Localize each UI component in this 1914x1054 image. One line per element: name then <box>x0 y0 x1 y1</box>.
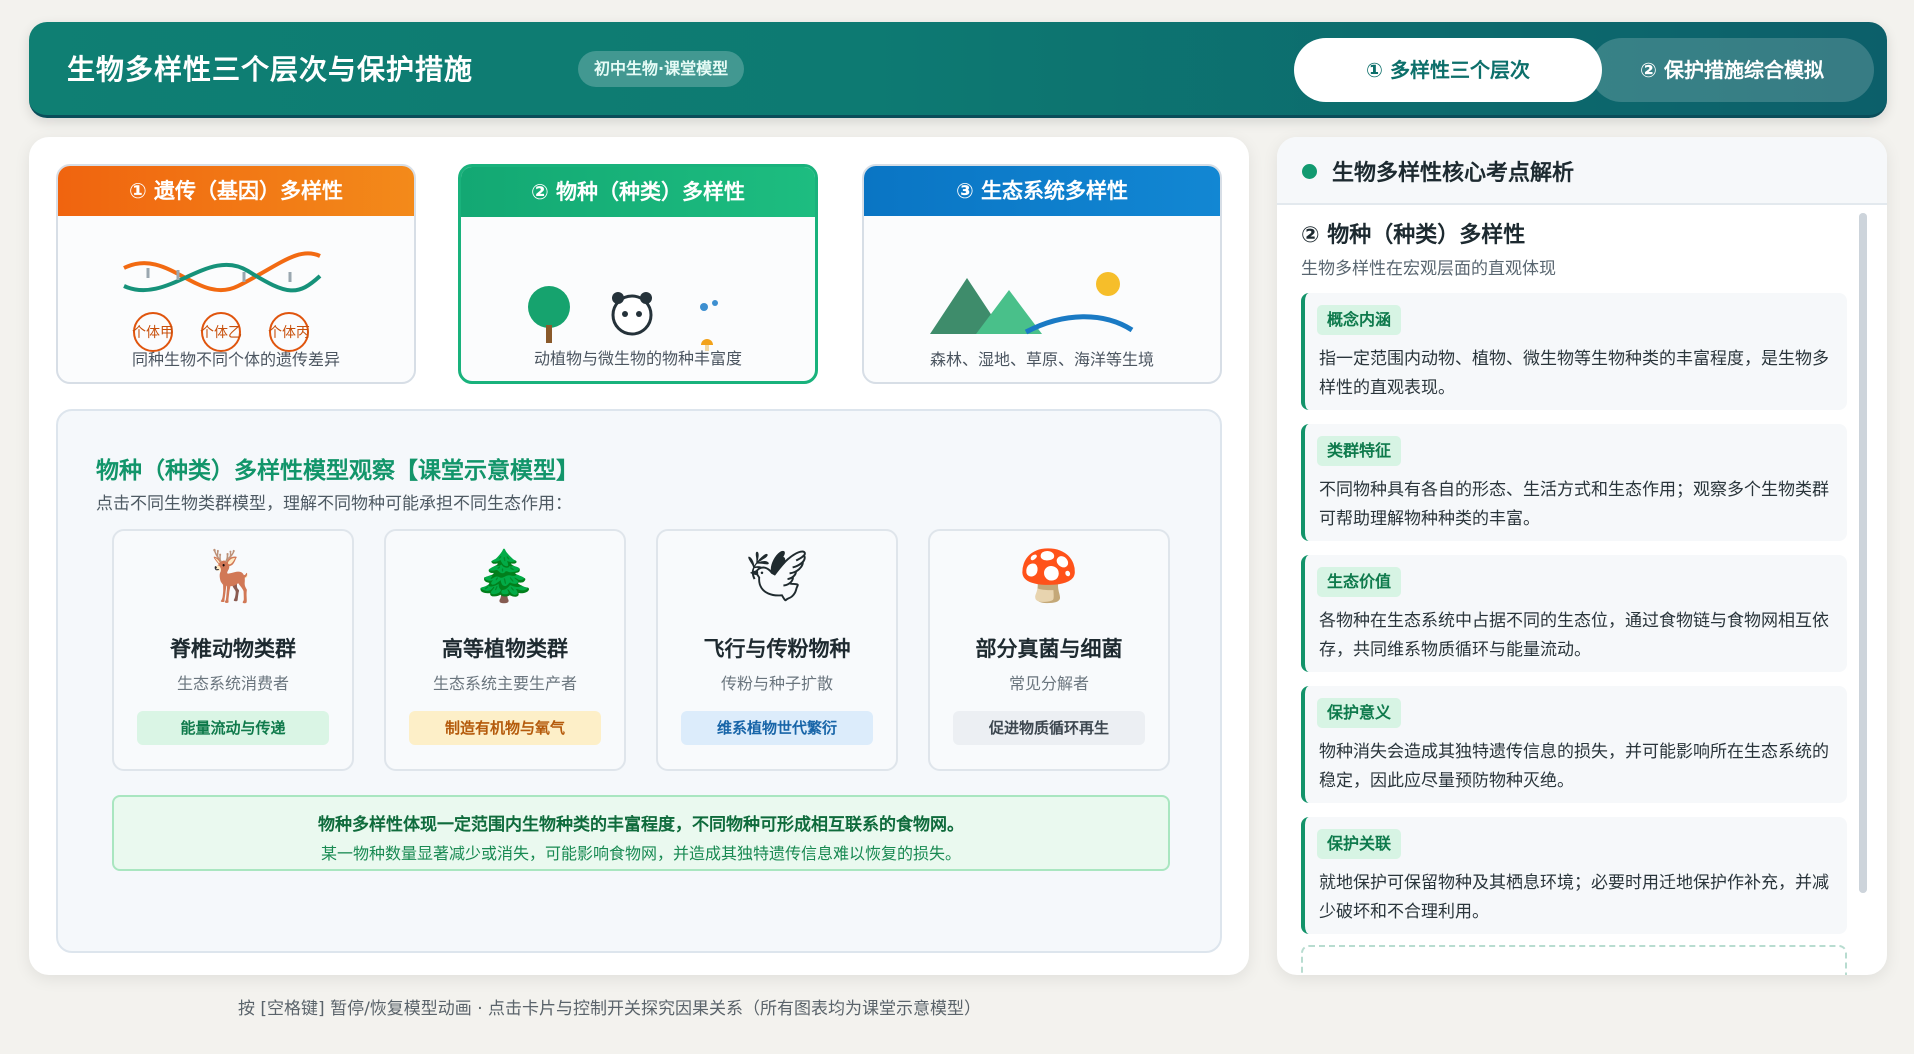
key-point-tag: 保护关联 <box>1317 829 1402 859</box>
deer-icon: 🦌 <box>201 547 265 605</box>
group-name: 飞行与传粉物种 <box>703 637 851 661</box>
group-name: 高等植物类群 <box>442 637 568 661</box>
tab-three-levels[interactable]: ① 多样性三个层次 <box>1294 38 1602 102</box>
group-name: 部分真菌与细菌 <box>975 637 1123 661</box>
sun-icon <box>1096 272 1120 296</box>
key-point-text: 指一定范围内动物、植物、微生物等生物种类的丰富程度，是生物多样性的直观表现。 <box>1319 349 1829 398</box>
summary-line-2: 某一物种数量显著减少或消失，可能影响食物网，并造成其独特遗传信息难以恢复的损失。 <box>320 844 961 863</box>
level-card-ecosystem[interactable]: ③ 生态系统多样性 森林、湿地、草原、海洋等生境 <box>862 164 1222 384</box>
key-point-card: 生态价值 各物种在生态系统中占据不同的生态位，通过食物链与食物网相互依存，共同维… <box>1301 555 1847 672</box>
microbe-icon <box>700 303 708 311</box>
model-subtitle: 点击不同生物类群模型，理解不同物种可能承担不同生态作用： <box>96 494 572 514</box>
status-dot-icon <box>1302 164 1317 179</box>
tree-icon <box>528 286 570 328</box>
level-card-species[interactable]: ② 物种（种类）多样性 动植物与微生物的物种丰富度 <box>458 164 818 384</box>
group-function-badge: 制造有机物与氧气 <box>409 711 601 745</box>
group-card-vertebrates[interactable]: 🦌 脊椎动物类群 生态系统消费者 能量流动与传递 <box>112 529 354 771</box>
key-point-tag: 生态价值 <box>1317 567 1402 597</box>
water-icon <box>1024 314 1134 335</box>
level-card-genetic[interactable]: ① 遗传（基因）多样性 个体甲 个体乙 个体丙 同种生物不同个体的遗传差异 <box>56 164 416 384</box>
main-panel: ① 遗传（基因）多样性 个体甲 个体乙 个体丙 同种生物不同个体的遗传差异 ② … <box>29 137 1249 975</box>
mushroom-icon: 🍄 <box>1017 547 1081 605</box>
analysis-level-title: ② 物种（种类）多样性 <box>1301 223 1526 248</box>
group-card-pollinators[interactable]: 🕊 飞行与传粉物种 传粉与种子扩散 维系植物世代繁衍 <box>656 529 898 771</box>
key-point-card: 保护关联 就地保护可保留物种及其栖息环境；必要时用迁地保护作补充，并减少破坏和不… <box>1301 817 1847 934</box>
key-point-card: 保护意义 物种消失会造成其独特遗传信息的损失，并可能影响所在生态系统的稳定，因此… <box>1301 686 1847 803</box>
level-card-desc: 同种生物不同个体的遗传差异 <box>131 350 340 369</box>
individual-label: 个体乙 <box>200 325 242 341</box>
group-name: 脊椎动物类群 <box>170 637 296 661</box>
more-content-placeholder <box>1301 945 1847 975</box>
group-card-decomposers[interactable]: 🍄 部分真菌与细菌 常见分解者 促进物质循环再生 <box>928 529 1170 771</box>
analysis-panel: 生物多样性核心考点解析 ② 物种（种类）多样性 生物多样性在宏观层面的直观体现 … <box>1277 137 1887 975</box>
analysis-panel-header: 生物多样性核心考点解析 <box>1277 137 1887 205</box>
analysis-level-desc: 生物多样性在宏观层面的直观体现 <box>1301 259 1556 279</box>
level-card-title: ① 遗传（基因）多样性 <box>58 166 414 216</box>
group-function-badge: 维系植物世代繁衍 <box>681 711 873 745</box>
level-card-desc: 森林、湿地、草原、海洋等生境 <box>929 350 1154 369</box>
group-role: 传粉与种子扩散 <box>720 674 833 693</box>
model-title: 物种（种类）多样性模型观察【课堂示意模型】 <box>96 458 579 484</box>
summary-line-1: 物种多样性体现一定范围内生物种类的丰富程度，不同物种可形成相互联系的食物网。 <box>318 815 964 835</box>
page-title: 生物多样性三个层次与保护措施 <box>67 53 474 86</box>
footer-hint: 按 [空格键] 暂停/恢复模型动画 · 点击卡片与控制开关探究因果关系（所有图表… <box>238 999 982 1019</box>
key-point-tag: 类群特征 <box>1317 436 1402 466</box>
group-function-badge: 促进物质循环再生 <box>953 711 1145 745</box>
group-function-badge: 能量流动与传递 <box>137 711 329 745</box>
level-card-title: ③ 生态系统多样性 <box>864 166 1220 216</box>
tree-icon: 🌲 <box>473 547 537 605</box>
key-point-card: 概念内涵 指一定范围内动物、植物、微生物等生物种类的丰富程度，是生物多样性的直观… <box>1301 293 1847 410</box>
group-role: 生态系统主要生产者 <box>432 674 577 693</box>
group-card-plants[interactable]: 🌲 高等植物类群 生态系统主要生产者 制造有机物与氧气 <box>384 529 626 771</box>
key-point-text: 不同物种具有各自的形态、生活方式和生态作用；观察多个生物类群可帮助理解物种种类的… <box>1319 480 1829 529</box>
analysis-panel-title: 生物多样性核心考点解析 <box>1332 161 1575 186</box>
group-role: 生态系统消费者 <box>176 674 289 693</box>
individual-label: 个体甲 <box>132 325 174 341</box>
grade-tag: 初中生物·课堂模型 <box>578 51 745 87</box>
group-role: 常见分解者 <box>1008 674 1089 693</box>
level-card-title: ② 物种（种类）多样性 <box>461 167 815 217</box>
dove-icon: 🕊 <box>745 547 809 605</box>
app-header: 生物多样性三个层次与保护措施 初中生物·课堂模型 ① 多样性三个层次 ② 保护措… <box>29 22 1887 118</box>
level-card-desc: 动植物与微生物的物种丰富度 <box>533 349 742 368</box>
tab-protection-simulation[interactable]: ② 保护措施综合模拟 <box>1590 38 1874 102</box>
key-point-tag: 概念内涵 <box>1317 305 1402 335</box>
model-summary: 物种多样性体现一定范围内生物种类的丰富程度，不同物种可形成相互联系的食物网。 某… <box>112 795 1170 871</box>
individual-label: 个体丙 <box>268 325 310 341</box>
key-point-tag: 保护意义 <box>1317 698 1402 728</box>
key-point-text: 各物种在生态系统中占据不同的生态位，通过食物链与食物网相互依存，共同维系物质循环… <box>1319 611 1829 660</box>
species-model-box: 物种（种类）多样性模型观察【课堂示意模型】 点击不同生物类群模型，理解不同物种可… <box>56 409 1222 953</box>
key-point-text: 物种消失会造成其独特遗传信息的损失，并可能影响所在生态系统的稳定，因此应尽量预防… <box>1319 742 1829 791</box>
scrollbar-thumb[interactable] <box>1859 213 1867 893</box>
key-point-text: 就地保护可保留物种及其栖息环境；必要时用迁地保护作补充，并减少破坏和不合理利用。 <box>1319 873 1829 922</box>
key-point-card: 类群特征 不同物种具有各自的形态、生活方式和生态作用；观察多个生物类群可帮助理解… <box>1301 424 1847 541</box>
analysis-scrollbar[interactable] <box>1859 213 1867 893</box>
